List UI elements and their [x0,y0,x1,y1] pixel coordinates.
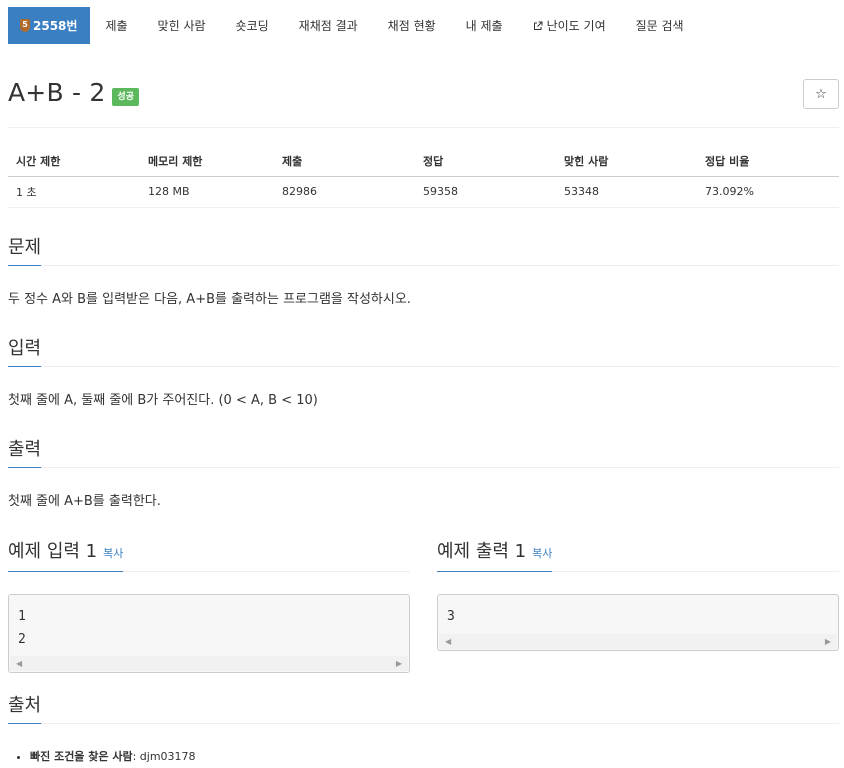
value-solved-users: 53348 [556,176,697,208]
nav-short-coding[interactable]: 숏코딩 [221,7,284,44]
sample-output-scrollbar[interactable]: ◀ ▶ [439,634,837,649]
sample-input-scrollbar[interactable]: ◀ ▶ [10,656,408,671]
header-solved-users: 맞힌 사람 [556,146,697,177]
description-section: 문제 두 정수 A와 B를 입력받은 다음, A+B를 출력하는 프로그램을 작… [8,237,839,309]
sample-input-heading: 예제 입력 1 복사 [8,541,124,572]
star-icon: ☆ [815,86,827,102]
input-text: 첫째 줄에 A, 둘째 줄에 B가 주어진다. (0 < A, B < 10) [8,393,318,408]
nav-problem-number[interactable]: 5 2558번 [8,7,91,44]
problem-title: A+B - 2 [8,78,106,107]
sample-output-section: 예제 출력 1 복사 [437,541,839,572]
sample-input-section: 예제 입력 1 복사 [8,541,410,572]
scroll-left-icon[interactable]: ◀ [16,659,22,668]
source-list: 빠진 조건을 찾은 사람: djm03178 [30,748,196,766]
info-value-row: 1 초 128 MB 82986 59358 53348 73.092% [8,176,839,208]
nav-status[interactable]: 채점 현황 [373,7,451,44]
nav-solved-users[interactable]: 맞힌 사람 [143,7,221,44]
description-heading: 문제 [8,237,42,266]
scroll-right-icon[interactable]: ▶ [825,637,831,646]
copy-sample-input-link[interactable]: 복사 [103,547,123,560]
nav-question-search[interactable]: 질문 검색 [621,7,699,44]
title-divider [8,127,839,128]
tier-badge-icon: 5 [20,19,30,32]
sample-input-code: 1 2 [18,609,26,647]
source-heading: 출처 [8,695,42,724]
description-text: 두 정수 A와 B를 입력받은 다음, A+B를 출력하는 프로그램을 작성하시… [8,292,411,307]
problem-nav: 5 2558번 제출 맞힌 사람 숏코딩 재채점 결과 채점 현황 내 제출 난… [8,7,699,44]
external-link-icon [533,21,543,30]
value-submissions: 82986 [274,176,415,208]
success-badge: 성공 [112,88,139,106]
sample-output-heading: 예제 출력 1 복사 [437,541,553,572]
favorite-star-button[interactable]: ☆ [803,79,839,109]
source-user-link[interactable]: : djm03178 [133,750,196,763]
input-heading: 입력 [8,338,42,367]
sample-output-box[interactable]: 3 ◀ ▶ [437,594,839,651]
nav-difficulty-contribution[interactable]: 난이도 기여 [518,7,621,44]
source-label: 빠진 조건을 찾은 사람 [30,750,133,763]
value-accepted: 59358 [415,176,556,208]
title-row: A+B - 2 성공 [8,78,139,108]
scroll-left-icon[interactable]: ◀ [445,637,451,646]
info-header-row: 시간 제한 메모리 제한 제출 정답 맞힌 사람 정답 비율 [8,146,839,177]
source-section: 출처 [8,695,839,724]
nav-submit[interactable]: 제출 [90,7,142,44]
header-submissions: 제출 [274,146,415,177]
scroll-right-icon[interactable]: ▶ [396,659,402,668]
sample-output-code: 3 [447,609,455,624]
value-accept-ratio: 73.092% [697,176,839,208]
copy-sample-output-link[interactable]: 복사 [532,547,552,560]
list-item: 빠진 조건을 찾은 사람: djm03178 [30,748,196,766]
output-section: 출력 첫째 줄에 A+B를 출력한다. [8,439,839,511]
output-heading: 출력 [8,439,42,468]
header-accepted: 정답 [415,146,556,177]
output-text: 첫째 줄에 A+B를 출력한다. [8,494,161,509]
header-accept-ratio: 정답 비율 [697,146,839,177]
value-time-limit: 1 초 [8,176,140,208]
sample-input-box[interactable]: 1 2 ◀ ▶ [8,594,410,673]
problem-info-table: 시간 제한 메모리 제한 제출 정답 맞힌 사람 정답 비율 1 초 128 M… [8,146,839,208]
input-section: 입력 첫째 줄에 A, 둘째 줄에 B가 주어진다. (0 < A, B < 1… [8,338,839,410]
header-time-limit: 시간 제한 [8,146,140,177]
value-memory-limit: 128 MB [140,176,274,208]
header-memory-limit: 메모리 제한 [140,146,274,177]
nav-my-submissions[interactable]: 내 제출 [451,7,518,44]
nav-rejudge-results[interactable]: 재채점 결과 [284,7,373,44]
